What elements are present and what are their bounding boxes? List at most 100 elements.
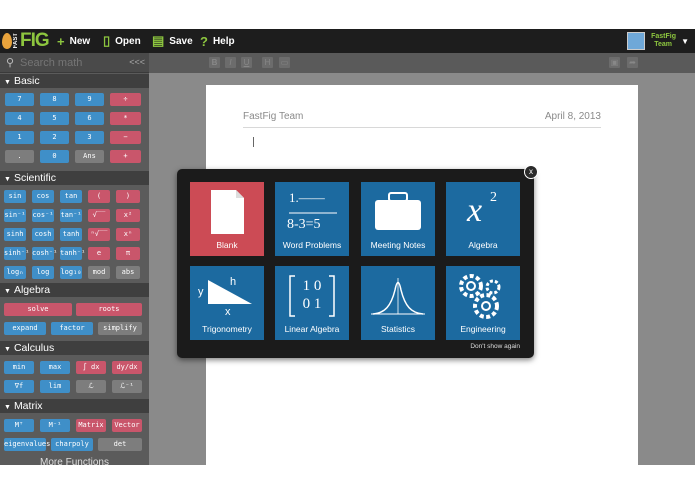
key-7[interactable]: 7 bbox=[5, 93, 34, 106]
key-max[interactable]: max bbox=[40, 361, 70, 374]
key-roots[interactable]: roots bbox=[76, 303, 142, 316]
section-algebra[interactable]: ▼ Algebra bbox=[0, 283, 149, 297]
key-minus[interactable]: − bbox=[110, 131, 141, 144]
key-square[interactable]: x² bbox=[116, 209, 140, 222]
key-sinh[interactable]: sinh bbox=[4, 228, 26, 241]
key-6[interactable]: 6 bbox=[75, 112, 104, 125]
key-det[interactable]: det bbox=[98, 438, 142, 451]
section-scientific[interactable]: ▼ Scientific bbox=[0, 171, 149, 185]
trig-art-h: h bbox=[230, 276, 237, 288]
key-solve[interactable]: solve bbox=[4, 303, 72, 316]
triangle-down-icon: ▼ bbox=[4, 346, 11, 353]
key-min[interactable]: min bbox=[4, 361, 34, 374]
search-input[interactable] bbox=[20, 55, 116, 71]
template-algebra[interactable]: x 2 Algebra bbox=[446, 182, 520, 256]
key-1[interactable]: 1 bbox=[5, 131, 34, 144]
template-engineering[interactable]: Engineering bbox=[446, 266, 520, 340]
key-pi[interactable]: π bbox=[116, 247, 140, 260]
key-expand[interactable]: expand bbox=[4, 322, 46, 335]
section-basic[interactable]: ▼ Basic bbox=[0, 74, 149, 88]
key-8[interactable]: 8 bbox=[40, 93, 69, 106]
template-label: Word Problems bbox=[282, 240, 342, 250]
key-nth-root[interactable]: ⁿ√‾‾ bbox=[88, 228, 110, 241]
key-arcsin[interactable]: sin⁻¹ bbox=[4, 209, 26, 222]
key-mod[interactable]: mod bbox=[88, 266, 110, 279]
template-linear-algebra[interactable]: 1 0 0 1 Linear Algebra bbox=[275, 266, 349, 340]
key-arcsinh[interactable]: sinh⁻¹ bbox=[4, 247, 29, 260]
template-trigonometry[interactable]: y h x Trigonometry bbox=[190, 266, 264, 340]
key-arccosh[interactable]: cosh⁻¹ bbox=[32, 247, 57, 260]
key-arctanh[interactable]: tanh⁻¹ bbox=[60, 247, 85, 260]
key-matrix[interactable]: Matrix bbox=[76, 419, 106, 432]
key-ans[interactable]: Ans bbox=[75, 150, 104, 163]
key-open-paren[interactable]: ( bbox=[88, 190, 110, 203]
key-simplify[interactable]: simplify bbox=[98, 322, 142, 335]
key-decimal[interactable]: . bbox=[5, 150, 34, 163]
collapse-sidebar-button[interactable]: <<< bbox=[129, 57, 145, 67]
print-icon[interactable]: ▣ bbox=[609, 57, 620, 68]
key-derivative[interactable]: dy/dx bbox=[112, 361, 142, 374]
key-eigenvalues[interactable]: eigenvalues bbox=[4, 438, 50, 451]
key-divide[interactable]: ÷ bbox=[110, 93, 141, 106]
key-sqrt[interactable]: √‾‾ bbox=[88, 209, 110, 222]
triangle-down-icon: ▼ bbox=[4, 288, 11, 295]
key-arctan[interactable]: tan⁻¹ bbox=[60, 209, 82, 222]
key-inverse-laplace[interactable]: ℒ⁻¹ bbox=[112, 380, 142, 393]
save-button[interactable]: ▤ Save bbox=[152, 32, 193, 50]
key-4[interactable]: 4 bbox=[5, 112, 34, 125]
close-button[interactable]: x bbox=[524, 165, 538, 179]
key-tanh[interactable]: tanh bbox=[60, 228, 82, 241]
chevron-down-icon[interactable]: ▼ bbox=[681, 37, 689, 46]
key-factor[interactable]: factor bbox=[51, 322, 93, 335]
open-button[interactable]: ▯ Open bbox=[103, 32, 141, 50]
share-icon[interactable]: ➦ bbox=[627, 57, 638, 68]
key-0[interactable]: 0 bbox=[40, 150, 69, 163]
underline-button[interactable]: U bbox=[241, 57, 252, 68]
key-power[interactable]: xⁿ bbox=[116, 228, 140, 241]
key-9[interactable]: 9 bbox=[75, 93, 104, 106]
italic-button[interactable]: I bbox=[225, 57, 236, 68]
key-limit[interactable]: lim bbox=[40, 380, 70, 393]
key-3[interactable]: 3 bbox=[75, 131, 104, 144]
key-abs[interactable]: abs bbox=[116, 266, 140, 279]
key-vector[interactable]: Vector bbox=[112, 419, 142, 432]
key-laplace[interactable]: ℒ bbox=[76, 380, 106, 393]
heading-button[interactable]: H bbox=[262, 57, 273, 68]
template-meeting-notes[interactable]: Meeting Notes bbox=[361, 182, 435, 256]
key-transpose[interactable]: Mᵀ bbox=[4, 419, 34, 432]
key-2[interactable]: 2 bbox=[40, 131, 69, 144]
image-icon[interactable]: ▭ bbox=[279, 57, 290, 68]
key-log10[interactable]: log₁₀ bbox=[60, 266, 82, 279]
key-cos[interactable]: cos bbox=[32, 190, 54, 203]
section-scientific-label: Scientific bbox=[13, 172, 56, 184]
key-e[interactable]: e bbox=[88, 247, 110, 260]
section-matrix-label: Matrix bbox=[13, 400, 43, 412]
key-arccos[interactable]: cos⁻¹ bbox=[32, 209, 54, 222]
bold-button[interactable]: B bbox=[209, 57, 220, 68]
section-matrix[interactable]: ▼ Matrix bbox=[0, 399, 149, 413]
key-integral[interactable]: ∫ dx bbox=[76, 361, 106, 374]
key-sin[interactable]: sin bbox=[4, 190, 26, 203]
key-plus[interactable]: + bbox=[110, 150, 141, 163]
key-logn[interactable]: logₙ bbox=[4, 266, 26, 279]
key-cosh[interactable]: cosh bbox=[32, 228, 54, 241]
section-calculus[interactable]: ▼ Calculus bbox=[0, 341, 149, 355]
template-blank[interactable]: Blank bbox=[190, 182, 264, 256]
template-statistics[interactable]: Statistics bbox=[361, 266, 435, 340]
key-multiply[interactable]: * bbox=[110, 112, 141, 125]
section-calculus-label: Calculus bbox=[13, 342, 55, 354]
key-inverse[interactable]: M⁻¹ bbox=[40, 419, 70, 432]
save-icon: ▤ bbox=[152, 33, 165, 48]
key-log[interactable]: log bbox=[32, 266, 54, 279]
user-menu[interactable]: FastFig Team ▼ bbox=[627, 31, 689, 51]
new-button[interactable]: + New bbox=[57, 32, 90, 50]
template-word-problems[interactable]: 1.—— 8-3=5 Word Problems bbox=[275, 182, 349, 256]
more-functions-link[interactable]: More Functions bbox=[0, 457, 149, 465]
key-close-paren[interactable]: ) bbox=[116, 190, 140, 203]
key-tan[interactable]: tan bbox=[60, 190, 82, 203]
dont-show-again-link[interactable]: Don't show again bbox=[470, 343, 520, 350]
key-5[interactable]: 5 bbox=[40, 112, 69, 125]
help-button[interactable]: ? Help bbox=[200, 32, 235, 50]
key-gradient[interactable]: ∇f bbox=[4, 380, 34, 393]
key-charpoly[interactable]: charpoly bbox=[51, 438, 93, 451]
